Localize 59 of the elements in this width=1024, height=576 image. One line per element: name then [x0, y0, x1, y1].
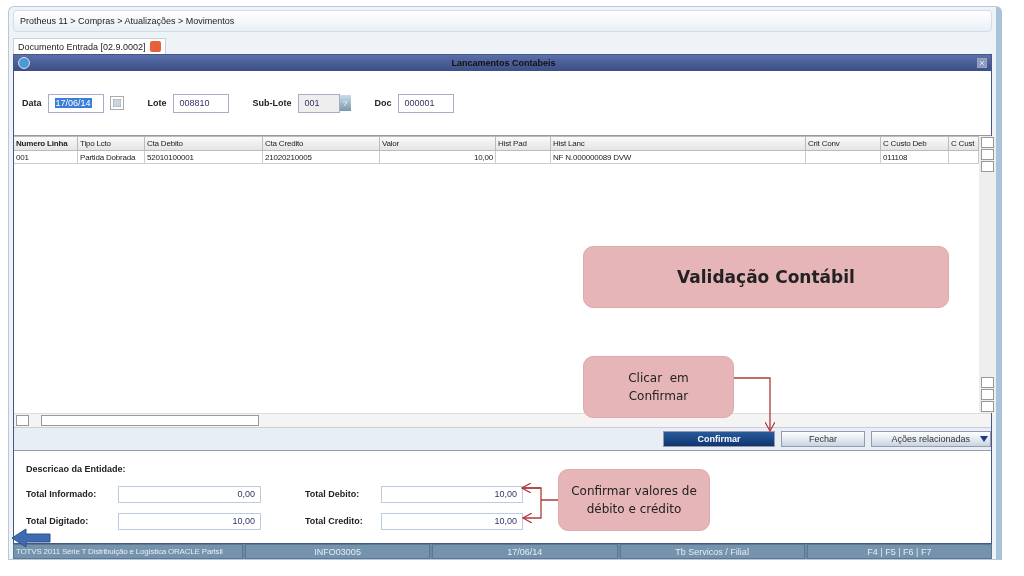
table-cell: 10,00 [380, 151, 496, 164]
status-segment: F4 | F5 | F6 | F7 [806, 544, 992, 559]
column-header[interactable]: C Custo Deb [881, 136, 949, 151]
table-cell: 011108 [881, 151, 949, 164]
column-header[interactable]: C Cust [949, 136, 979, 151]
status-segment: 17/06/14 [432, 544, 618, 559]
table-cell: NF N.000000089 DVW [551, 151, 806, 164]
confirm-button[interactable]: Confirmar [663, 431, 775, 447]
document-tab[interactable]: Documento Entrada [02.9.0002] [13, 38, 166, 54]
circle-icon [18, 57, 30, 69]
input-field[interactable]: 17/06/14 [47, 93, 104, 113]
callout-arrow [521, 482, 559, 524]
total-label: Total Credito: [305, 516, 364, 526]
callout-note: Clicar em Confirmar [583, 356, 734, 418]
column-header[interactable]: Hist Lanc [551, 136, 806, 151]
close-button[interactable]: Fechar [781, 431, 865, 447]
total-label: Total Debito: [305, 489, 361, 499]
total-field[interactable]: 10,00 [118, 512, 261, 530]
horizontal-scrollbar[interactable] [14, 413, 991, 427]
status-segment: TOTVS 2011 Série T Distribuição e Logística ORACLE Partsil [13, 544, 243, 559]
breadcrumb: Protheus 11 > Compras > Atualizações > Movimentos [20, 16, 235, 26]
table-cell: 52010100001 [145, 151, 263, 164]
table-cell: 001 [14, 151, 78, 164]
column-header[interactable]: Crit Conv [806, 136, 881, 151]
caret-icon [980, 436, 988, 442]
close-icon[interactable] [149, 41, 161, 52]
input-field[interactable]: 008810 [172, 93, 229, 113]
column-header[interactable]: Numero Linha [14, 136, 78, 151]
input-field[interactable]: 000001 [397, 93, 454, 113]
column-header[interactable]: Tipo Lcto [78, 136, 145, 151]
field-label: Sub-Lote [252, 98, 292, 108]
total-label: Total Informado: [26, 489, 98, 499]
status-segment: INFO03005 [245, 544, 431, 559]
callout-note: Validação Contábil [583, 246, 949, 308]
status-segment: Tb Servicos / Filial [619, 544, 805, 559]
close-icon[interactable] [977, 58, 987, 68]
field-label: Lote [147, 98, 167, 108]
column-header[interactable]: Valor [380, 136, 496, 151]
calendar-icon[interactable] [109, 96, 124, 110]
total-field[interactable]: 10,00 [381, 485, 523, 503]
total-field[interactable]: 10,00 [381, 512, 523, 530]
column-header[interactable]: Cta Debito [145, 136, 263, 151]
callout-arrow [733, 377, 776, 432]
vertical-scrollbar[interactable] [979, 136, 996, 413]
total-label: Total Digitado: [26, 516, 90, 526]
column-header[interactable]: Hist Pad [496, 136, 551, 151]
column-header[interactable]: Cta Credito [263, 136, 380, 151]
table-cell [496, 151, 551, 164]
table-cell: 21020210005 [263, 151, 380, 164]
field-label: Data [22, 98, 42, 108]
total-field[interactable]: 0,00 [118, 485, 261, 503]
input-field[interactable]: 001 [297, 93, 340, 113]
field-label: Doc [374, 98, 392, 108]
entity-label: Descricao da Entidade: [26, 464, 127, 474]
dialog-title: Lancamentos Contabeis [450, 58, 557, 68]
actions-menu-button[interactable]: Ações relacionadas [871, 431, 991, 447]
callout-note: Confirmar valores de débito e crédito [558, 469, 710, 531]
back-arrow-icon[interactable] [11, 528, 51, 548]
table-cell: Partida Dobrada [78, 151, 145, 164]
